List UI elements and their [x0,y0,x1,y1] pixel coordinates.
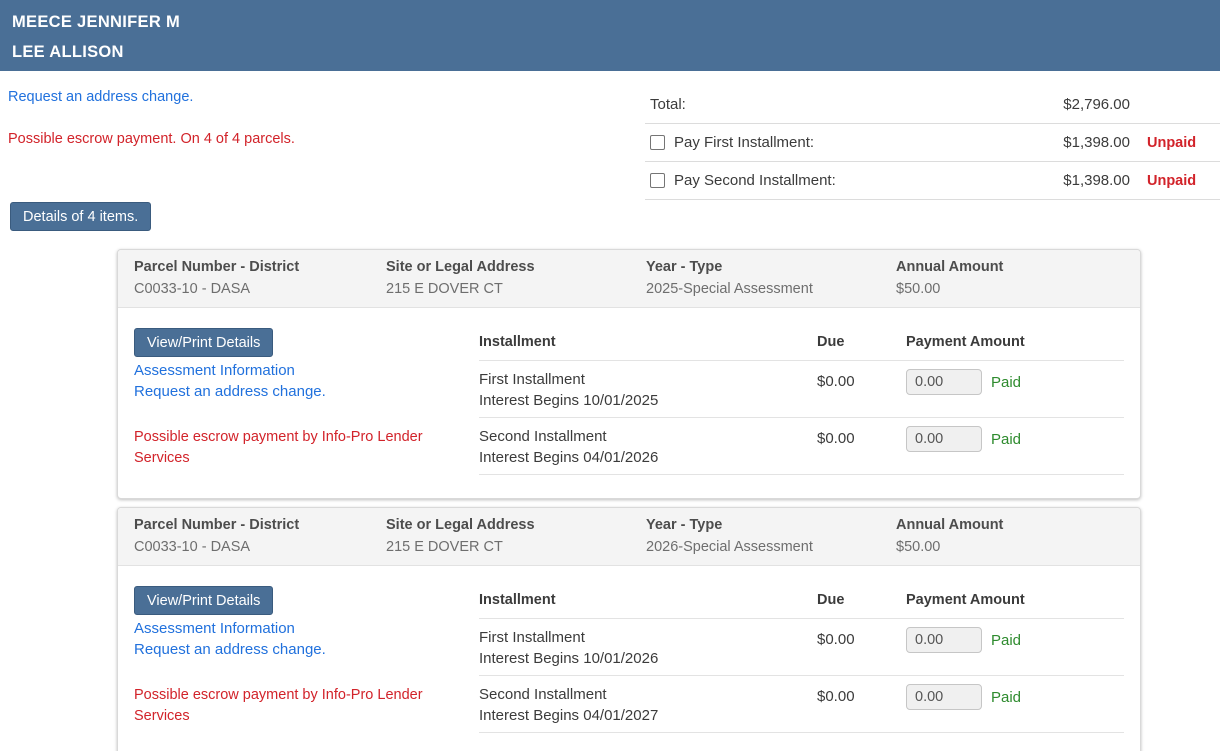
annual-amount-value: $50.00 [896,281,941,297]
year-type-label: Year - Type [646,517,723,533]
pay-first-installment-checkbox[interactable] [650,135,665,150]
payment-amount-column-header: Payment Amount [906,592,1025,608]
paid-status: Paid [991,631,1022,649]
assessment-information-link[interactable]: Assessment Information [134,618,479,639]
taxpayer-name-1: MEECE JENNIFER M [12,13,180,31]
site-address-label: Site or Legal Address [386,517,535,533]
totals-table: Total: $2,796.00 Pay First Installment: … [645,86,1220,200]
view-print-details-button[interactable]: View/Print Details [134,328,274,357]
paid-status: Paid [991,430,1022,448]
installment-row: Second Installment Interest Begins 04/01… [479,676,1124,733]
due-amount: $0.00 [817,373,855,390]
due-column-header: Due [817,334,845,350]
address-change-link[interactable]: Request an address change. [134,381,479,402]
due-amount: $0.00 [817,430,855,447]
interest-begins: Interest Begins 04/01/2027 [479,707,659,724]
annual-amount-label: Annual Amount [896,517,1004,533]
second-installment-status: Unpaid [1147,172,1197,189]
parcel-actions: View/Print Details Assessment Informatio… [134,566,479,733]
due-amount: $0.00 [817,688,855,705]
payment-amount-input[interactable] [906,627,982,653]
annual-amount-value: $50.00 [896,539,941,555]
parcel-number-label: Parcel Number - District [134,517,300,533]
parcel-card-header: Parcel Number - District C0033-10 - DASA… [118,250,1140,308]
pay-second-installment-checkbox[interactable] [650,173,665,188]
escrow-lender-notice: Possible escrow payment by Info-Pro Lend… [134,429,423,466]
installment-row: Second Installment Interest Begins 04/01… [479,418,1124,475]
installment-name: First Installment [479,629,585,646]
assessment-information-link[interactable]: Assessment Information [134,360,479,381]
view-print-details-button[interactable]: View/Print Details [134,586,274,615]
parcel-card-2026: Parcel Number - District C0033-10 - DASA… [117,507,1141,751]
summary-section: Request an address change. Possible escr… [0,71,1220,249]
address-change-link[interactable]: Request an address change. [8,89,193,105]
installment-name: Second Installment [479,428,607,445]
due-column-header: Due [817,592,845,608]
interest-begins: Interest Begins 04/01/2026 [479,449,659,466]
year-type-value: 2026-Special Assessment [646,539,813,555]
pay-second-installment-label: Pay Second Installment: [674,172,836,189]
paid-status: Paid [991,373,1022,391]
address-change-link[interactable]: Request an address change. [134,639,479,660]
due-amount: $0.00 [817,631,855,648]
details-of-items-button[interactable]: Details of 4 items. [10,202,152,231]
payment-amount-input[interactable] [906,426,982,452]
first-installment-status: Unpaid [1147,134,1197,151]
installment-table: Installment Due Payment Amount First Ins… [479,566,1124,733]
escrow-lender-notice: Possible escrow payment by Info-Pro Lend… [134,687,423,724]
total-row: Total: $2,796.00 [645,86,1220,124]
installment-row: First Installment Interest Begins 10/01/… [479,361,1124,418]
site-address-value: 215 E DOVER CT [386,281,503,297]
interest-begins: Interest Begins 10/01/2026 [479,650,659,667]
installment-table: Installment Due Payment Amount First Ins… [479,308,1124,475]
taxpayer-header: MEECE JENNIFER M LEE ALLISON [0,0,1220,71]
second-installment-row: Pay Second Installment: $1,398.00 Unpaid [645,162,1220,200]
parcel-number-label: Parcel Number - District [134,259,300,275]
parcel-card-header: Parcel Number - District C0033-10 - DASA… [118,508,1140,566]
installment-name: First Installment [479,371,585,388]
escrow-notice: Possible escrow payment. On 4 of 4 parce… [8,131,295,147]
first-installment-row: Pay First Installment: $1,398.00 Unpaid [645,124,1220,162]
total-amount: $2,796.00 [1063,96,1130,113]
installment-name: Second Installment [479,686,607,703]
parcel-number-value: C0033-10 - DASA [134,539,251,555]
site-address-label: Site or Legal Address [386,259,535,275]
annual-amount-label: Annual Amount [896,259,1004,275]
installment-column-header: Installment [479,592,556,608]
interest-begins: Interest Begins 10/01/2025 [479,392,659,409]
year-type-label: Year - Type [646,259,723,275]
site-address-value: 215 E DOVER CT [386,539,503,555]
second-installment-amount: $1,398.00 [1063,172,1130,189]
paid-status: Paid [991,688,1022,706]
parcel-number-value: C0033-10 - DASA [134,281,251,297]
parcel-actions: View/Print Details Assessment Informatio… [134,308,479,475]
year-type-value: 2025-Special Assessment [646,281,813,297]
pay-first-installment-label: Pay First Installment: [674,134,815,151]
installment-row: First Installment Interest Begins 10/01/… [479,619,1124,676]
installment-column-header: Installment [479,334,556,350]
total-label: Total: [650,96,686,113]
payment-amount-input[interactable] [906,684,982,710]
payment-amount-column-header: Payment Amount [906,334,1025,350]
payment-amount-input[interactable] [906,369,982,395]
taxpayer-name-2: LEE ALLISON [12,43,124,61]
parcel-card-2025: Parcel Number - District C0033-10 - DASA… [117,249,1141,499]
first-installment-amount: $1,398.00 [1063,134,1130,151]
